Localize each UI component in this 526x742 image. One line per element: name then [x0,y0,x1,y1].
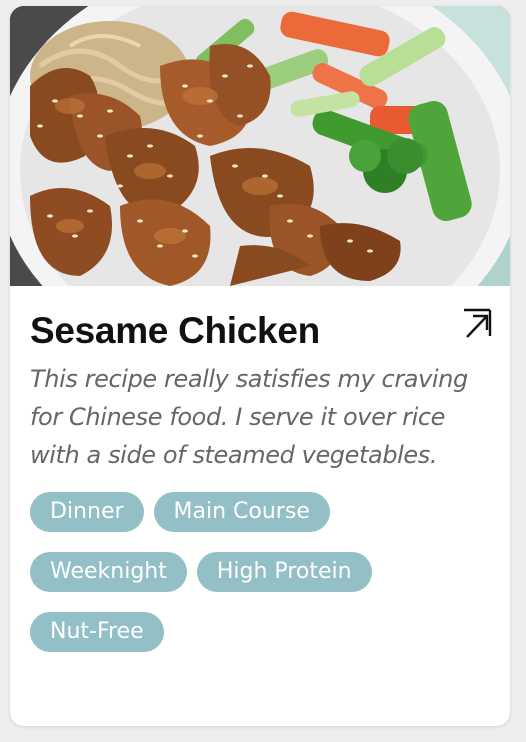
tag-nut-free[interactable]: Nut-Free [30,612,164,652]
card-content: Sesame Chicken This recipe really satisf… [30,306,492,652]
recipe-title: Sesame Chicken [30,310,320,351]
recipe-photo-illustration [10,6,510,286]
recipe-card[interactable]: Sesame Chicken This recipe really satisf… [10,6,510,726]
open-external-icon[interactable] [460,308,492,340]
tag-list: Dinner Main Course Weeknight High Protei… [30,492,490,652]
recipe-photo [10,6,510,286]
tag-dinner[interactable]: Dinner [30,492,144,532]
tag-main-course[interactable]: Main Course [153,492,330,532]
title-row: Sesame Chicken [30,306,492,356]
recipe-description: This recipe really satisfies my craving … [30,365,468,469]
tag-weeknight[interactable]: Weeknight [30,552,187,592]
tag-high-protein[interactable]: High Protein [196,552,372,592]
